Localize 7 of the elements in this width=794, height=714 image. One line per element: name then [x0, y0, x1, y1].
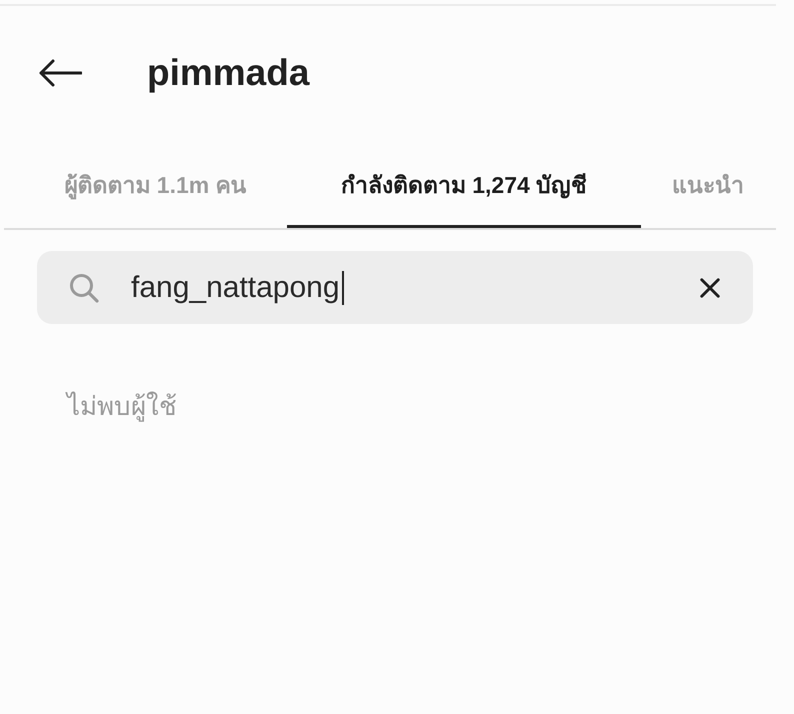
search-query-text: fang_nattapong	[131, 270, 340, 306]
search-field[interactable]: fang_nattapong	[37, 251, 753, 324]
search-icon	[69, 272, 99, 302]
no-results-message: ไม่พบผู้ใช้	[67, 390, 177, 424]
back-arrow-icon[interactable]	[38, 59, 82, 87]
clear-icon[interactable]	[699, 276, 721, 298]
profile-username: pimmada	[147, 52, 310, 94]
